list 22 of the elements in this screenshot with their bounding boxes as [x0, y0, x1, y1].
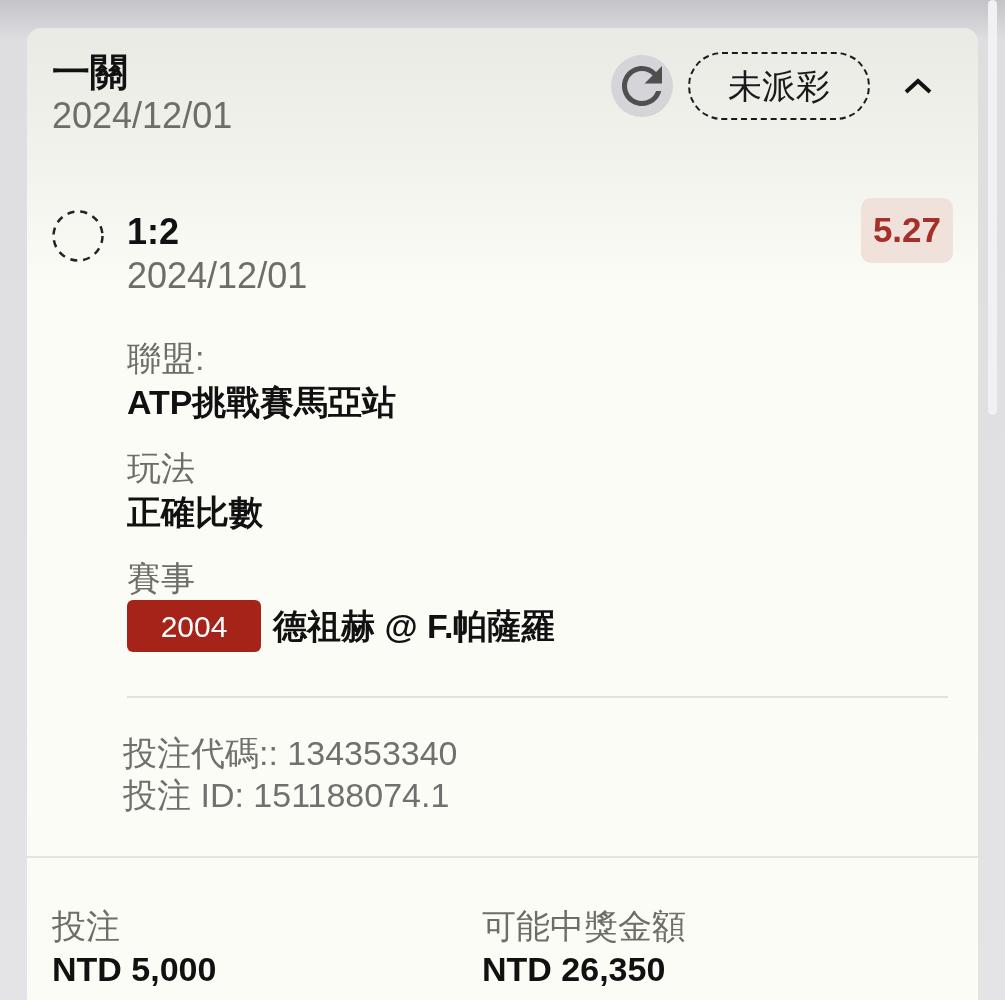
field-label: 聯盟: [127, 338, 205, 379]
match-number-badge: 2004 [127, 600, 261, 652]
field-label: 玩法 [127, 448, 195, 489]
match-name: 德祖赫 @ F.帕薩羅 [273, 606, 556, 647]
selection-date: 2024/12/01 [127, 254, 308, 298]
field-value: ATP挑戰賽馬亞站 [127, 382, 397, 423]
refresh-icon [622, 66, 662, 106]
bet-date: 2024/12/01 [52, 94, 233, 138]
chevron-up-icon [904, 78, 932, 94]
selection-score: 1:2 [127, 210, 180, 254]
bet-title: 一關 [52, 50, 128, 94]
field-label: 賽事 [127, 558, 195, 599]
summary-label: 可能中獎金額 [482, 906, 686, 947]
summary-label: 投注 [52, 906, 120, 947]
status-badge: 未派彩 [688, 52, 870, 120]
summary-value: NTD 26,350 [482, 949, 666, 990]
odds-badge: 5.27 [860, 198, 953, 263]
field-value: 正確比數 [127, 492, 263, 533]
scrollbar-thumb[interactable] [988, 0, 997, 415]
bet-id: 投注 ID: 151188074.1 [123, 775, 450, 816]
bet-code: 投注代碼:: 134353340 [123, 733, 458, 774]
summary-value: NTD 5,000 [52, 949, 217, 990]
